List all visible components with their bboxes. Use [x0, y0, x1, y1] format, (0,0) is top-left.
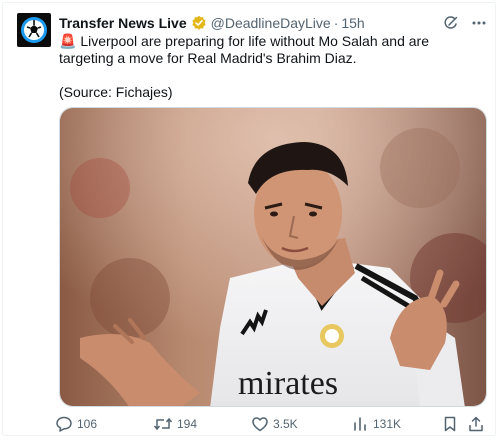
share-button[interactable]	[467, 413, 489, 435]
repost-button[interactable]: 194	[153, 413, 197, 435]
author-handle[interactable]: @DeadlineDayLive	[211, 15, 331, 31]
separator-dot: ·	[333, 15, 339, 31]
views-count: 131K	[373, 417, 402, 431]
views-icon	[354, 417, 366, 431]
verified-badge-icon	[191, 15, 207, 31]
like-count: 3.5K	[273, 417, 298, 431]
bookmark-button[interactable]	[441, 413, 463, 435]
post-card[interactable]: Transfer News Live @DeadlineDayLive · 15…	[2, 2, 496, 436]
post-text: 🚨 Liverpool are preparing for life witho…	[59, 33, 479, 101]
reply-count: 106	[77, 417, 98, 431]
post-time[interactable]: 15h	[341, 15, 364, 31]
repost-count: 194	[177, 417, 198, 431]
grok-icon[interactable]	[441, 13, 461, 33]
repost-icon	[153, 417, 173, 431]
action-bar: 106 194 3.5K 131K	[55, 413, 487, 435]
views-button[interactable]: 131K	[351, 413, 401, 435]
sponsor-text: mirates	[238, 365, 338, 402]
post-source: (Source: Fichajes)	[59, 84, 173, 100]
post-media-photo[interactable]: mirates	[59, 107, 487, 407]
reply-button[interactable]: 106	[55, 413, 97, 435]
author-name[interactable]: Transfer News Live	[59, 15, 187, 31]
like-icon	[252, 417, 268, 432]
share-icon	[469, 416, 483, 432]
post-body: Liverpool are preparing for life without…	[59, 33, 429, 66]
bookmark-icon	[444, 416, 456, 432]
post-header: Transfer News Live @DeadlineDayLive · 15…	[59, 13, 365, 33]
like-button[interactable]: 3.5K	[251, 413, 298, 435]
more-icon[interactable]	[469, 13, 489, 33]
reply-icon	[56, 416, 72, 432]
football-logo-icon[interactable]	[17, 13, 51, 47]
siren-emoji: 🚨	[59, 33, 77, 49]
